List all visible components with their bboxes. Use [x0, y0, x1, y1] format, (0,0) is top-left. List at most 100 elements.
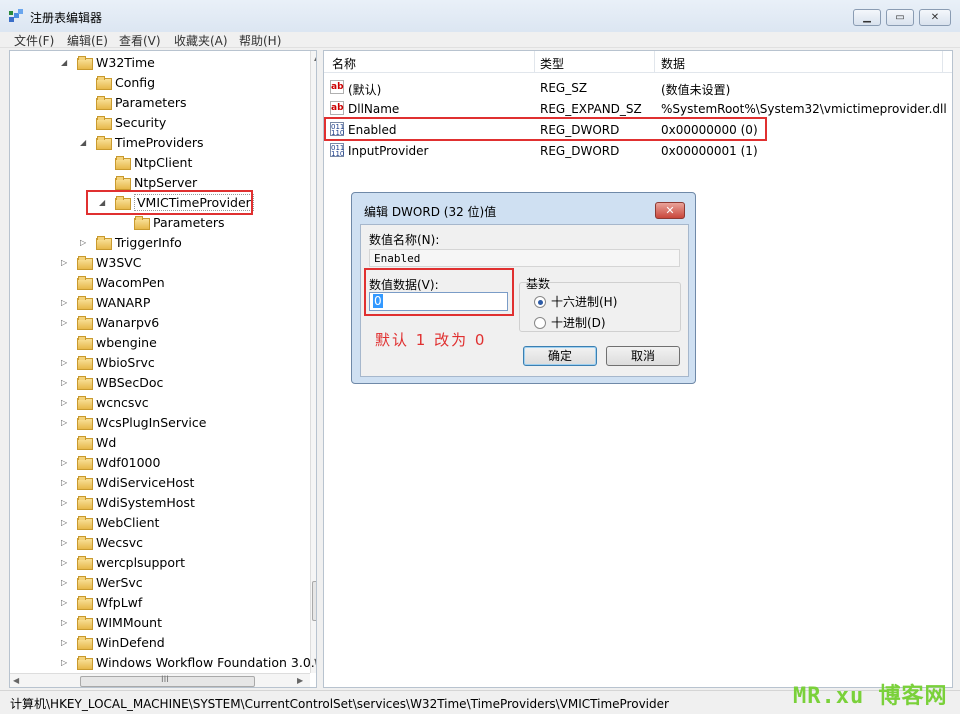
expand-icon[interactable]: ▷ — [61, 618, 75, 627]
expand-icon[interactable]: ▷ — [61, 658, 75, 667]
tree-node[interactable]: ▷ wercplsupport — [61, 552, 185, 572]
expand-icon[interactable]: ▷ — [61, 298, 75, 307]
column-header-type[interactable]: 类型 — [540, 55, 564, 72]
tree-node[interactable]: ▷ WdiServiceHost — [61, 472, 194, 492]
radio-hex-indicator[interactable] — [534, 295, 546, 308]
tree-node[interactable]: Wd — [61, 432, 116, 452]
column-header-data[interactable]: 数据 — [661, 55, 685, 72]
folder-icon — [77, 475, 93, 490]
folder-icon — [96, 95, 112, 110]
menu-edit[interactable]: 编辑(E) — [67, 32, 108, 49]
scroll-up-icon[interactable]: ▲ — [314, 53, 316, 62]
folder-icon — [115, 155, 131, 170]
tree-node-label: WerSvc — [96, 574, 143, 590]
dialog-close-button[interactable]: ✕ — [655, 202, 685, 219]
tree-node-label: WIMMount — [96, 614, 163, 630]
tree-node-label: Security — [115, 114, 167, 130]
binary-value-icon: 011 110 — [330, 143, 345, 158]
tree-node[interactable]: Config — [80, 72, 155, 92]
annotation-note: 默认 1 改为 0 — [375, 331, 487, 349]
minimize-button[interactable]: ▁ — [853, 9, 881, 26]
value-data: (数值未设置) — [661, 83, 731, 97]
tree-node[interactable]: ◢ TimeProviders — [80, 132, 204, 152]
tree-hscroll-thumb[interactable]: III — [80, 675, 255, 687]
close-button[interactable]: ✕ — [919, 9, 951, 26]
tree-node[interactable]: ▷ TriggerInfo — [80, 232, 182, 252]
expand-icon[interactable]: ▷ — [61, 458, 75, 467]
tree-node-label: W32Time — [96, 54, 155, 70]
ok-button[interactable]: 确定 — [523, 346, 597, 366]
radio-hex[interactable]: 十六进制(H) — [534, 293, 617, 310]
radio-dec[interactable]: 十进制(D) — [534, 314, 606, 331]
tree-node[interactable]: ▷ WbioSrvc — [61, 352, 155, 372]
expand-icon[interactable]: ▷ — [80, 238, 94, 247]
expand-icon[interactable]: ▷ — [61, 378, 75, 387]
collapse-icon[interactable]: ◢ — [61, 58, 75, 67]
tree-node[interactable]: NtpServer — [99, 172, 197, 192]
tree-node[interactable]: ▷ WinDefend — [61, 632, 165, 652]
tree-node-label: wbengine — [96, 334, 157, 350]
tree-node[interactable]: wbengine — [61, 332, 157, 352]
tree-node[interactable]: ▷ Wanarpv6 — [61, 312, 159, 332]
maximize-button[interactable]: ▭ — [886, 9, 914, 26]
tree-node-label: wercplsupport — [96, 554, 186, 570]
tree-node[interactable]: WacomPen — [61, 272, 165, 292]
menu-favorites[interactable]: 收藏夹(A) — [174, 32, 228, 49]
expand-icon[interactable]: ▷ — [61, 418, 75, 427]
tree-node[interactable]: ▷ WBSecDoc — [61, 372, 163, 392]
tree-scroll-thumb[interactable] — [312, 581, 316, 621]
tree-node[interactable]: Parameters — [118, 212, 225, 232]
value-row[interactable]: 011 110 InputProvider REG_DWORD 0x00000001 … — [324, 140, 952, 161]
menu-file[interactable]: 文件(F) — [14, 32, 54, 49]
tree-node[interactable]: ▷ Wecsvc — [61, 532, 143, 552]
tree-horizontal-scrollbar[interactable]: ◀ III ▶ — [10, 673, 310, 687]
tree-node[interactable]: ▷ WerSvc — [61, 572, 143, 592]
tree-node-label: WBSecDoc — [96, 374, 164, 390]
maximize-icon: ▭ — [895, 12, 905, 23]
expand-icon[interactable]: ▷ — [61, 638, 75, 647]
scroll-right-icon[interactable]: ▶ — [297, 676, 303, 685]
expand-icon[interactable]: ▷ — [61, 318, 75, 327]
value-type: REG_EXPAND_SZ — [540, 102, 642, 116]
tree-node[interactable]: ▷ W3SVC — [61, 252, 142, 272]
tree-node-label: WANARP — [96, 294, 151, 310]
tree-node[interactable]: ▷ WIMMount — [61, 612, 162, 632]
tree-node[interactable]: ▷ wcncsvc — [61, 392, 149, 412]
expand-icon[interactable]: ▷ — [61, 478, 75, 487]
tree-node[interactable]: Parameters — [80, 92, 187, 112]
value-row[interactable]: ab DllName REG_EXPAND_SZ %SystemRoot%\Syste… — [324, 98, 952, 119]
expand-icon[interactable]: ▷ — [61, 498, 75, 507]
tree-node[interactable]: ▷ WfpLwf — [61, 592, 142, 612]
scroll-left-icon[interactable]: ◀ — [13, 676, 19, 685]
menu-help[interactable]: 帮助(H) — [239, 32, 281, 49]
tree-node[interactable]: ▷ WdiSystemHost — [61, 492, 195, 512]
registry-tree[interactable]: ▲ ▼ ◀ III ▶ ◢ W32Time Config Parameters Secu… — [9, 50, 317, 688]
tree-node-label: wcncsvc — [96, 394, 149, 410]
collapse-icon[interactable]: ◢ — [80, 138, 94, 147]
expand-icon[interactable]: ▷ — [61, 358, 75, 367]
expand-icon[interactable]: ▷ — [61, 518, 75, 527]
tree-node[interactable]: Security — [80, 112, 166, 132]
menu-view[interactable]: 查看(V) — [119, 32, 161, 49]
expand-icon[interactable]: ▷ — [61, 558, 75, 567]
expand-icon[interactable]: ▷ — [61, 538, 75, 547]
string-value-icon: ab — [330, 80, 344, 94]
tree-node[interactable]: ▷ WANARP — [61, 292, 150, 312]
tree-node-label: WcsPlugInService — [96, 414, 207, 430]
folder-icon — [96, 115, 112, 130]
column-header-name[interactable]: 名称 — [332, 55, 356, 72]
radio-dec-indicator[interactable] — [534, 316, 546, 329]
expand-icon[interactable]: ▷ — [61, 398, 75, 407]
value-row[interactable]: ab (默认) REG_SZ (数值未设置) — [324, 77, 952, 98]
tree-node[interactable]: ▷ WcsPlugInService — [61, 412, 206, 432]
tree-node[interactable]: ▷ Windows Workflow Foundation 3.0.0 — [61, 652, 316, 672]
tree-node[interactable]: ▷ Wdf01000 — [61, 452, 160, 472]
expand-icon[interactable]: ▷ — [61, 578, 75, 587]
expand-icon[interactable]: ▷ — [61, 598, 75, 607]
expand-icon[interactable]: ▷ — [61, 258, 75, 267]
tree-node[interactable]: NtpClient — [99, 152, 192, 172]
tree-vertical-scrollbar[interactable]: ▲ ▼ — [310, 51, 316, 673]
cancel-button[interactable]: 取消 — [606, 346, 680, 366]
tree-node[interactable]: ▷ WebClient — [61, 512, 159, 532]
tree-node[interactable]: ◢ W32Time — [61, 52, 155, 72]
